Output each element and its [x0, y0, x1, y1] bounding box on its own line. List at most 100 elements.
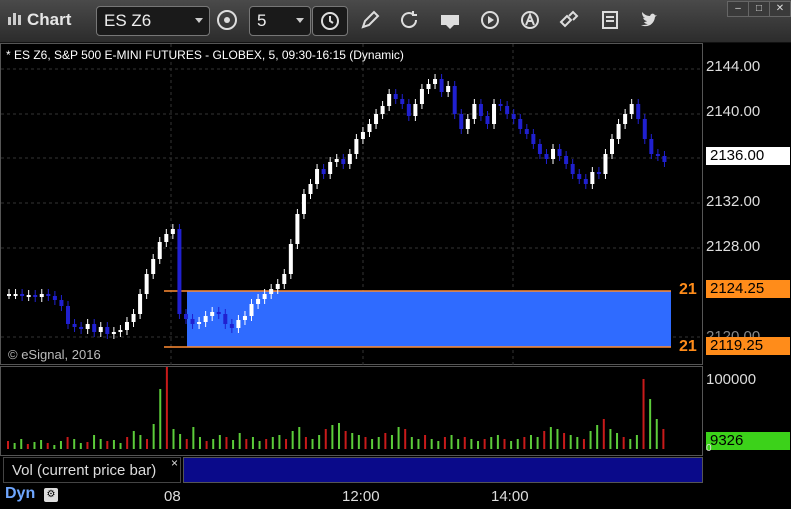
- dyn-label[interactable]: Dyn: [5, 485, 35, 503]
- volume-bar: [285, 439, 288, 449]
- volume-bar: [450, 435, 453, 449]
- candle-body: [282, 274, 287, 284]
- candle-body: [269, 289, 274, 294]
- volume-bar: [582, 439, 585, 449]
- volume-bar: [364, 437, 367, 449]
- play-icon[interactable]: [478, 8, 502, 32]
- volume-bar: [602, 419, 605, 449]
- candle-body: [505, 106, 510, 114]
- volume-bar: [642, 379, 645, 449]
- volume-pane[interactable]: [0, 366, 703, 456]
- candle-body: [610, 139, 615, 154]
- get-icon[interactable]: [438, 8, 462, 32]
- volume-bar: [357, 435, 360, 449]
- volume-tick: 0: [706, 443, 712, 454]
- volume-bar: [251, 437, 254, 449]
- volume-bar: [192, 427, 195, 449]
- candle-body: [564, 156, 569, 164]
- settings-icon[interactable]: ⚙: [44, 488, 58, 502]
- candle-body: [662, 156, 667, 162]
- volume-bar: [278, 435, 281, 449]
- candle-body: [596, 172, 601, 174]
- symbol-value: ES Z6: [104, 11, 152, 30]
- refresh-icon[interactable]: [397, 8, 421, 32]
- maximize-button[interactable]: □: [748, 1, 770, 17]
- volume-bar: [629, 439, 632, 449]
- candle-body: [334, 159, 339, 162]
- volume-bar: [318, 435, 321, 449]
- volume-bar: [496, 435, 499, 449]
- volume-bar: [424, 435, 427, 449]
- candle-body: [203, 316, 208, 322]
- candle-body: [511, 114, 516, 119]
- note-icon[interactable]: [598, 8, 622, 32]
- y-tick: 2128.00: [706, 238, 761, 255]
- volume-bar: [258, 441, 261, 449]
- volume-bar: [463, 437, 466, 449]
- x-tick: 12:00: [342, 488, 380, 505]
- volume-bar: [331, 425, 334, 449]
- candle-body: [98, 327, 103, 332]
- clock-button[interactable]: [312, 6, 348, 36]
- volume-bar: [503, 439, 506, 449]
- price-axis[interactable]: 2144.00 2140.00 2136.00 2132.00 2128.00 …: [703, 43, 791, 365]
- candle-body: [557, 149, 562, 156]
- candle-body: [197, 322, 202, 324]
- study-bar[interactable]: [183, 457, 703, 483]
- volume-bar: [119, 443, 122, 449]
- close-icon[interactable]: ×: [171, 456, 178, 470]
- volume-bar: [523, 437, 526, 449]
- volume-bar: [218, 435, 221, 449]
- volume-bar: [324, 429, 327, 449]
- volume-bar: [179, 434, 182, 449]
- candle-body: [524, 129, 529, 134]
- candle-body: [629, 104, 634, 114]
- candle-body: [190, 319, 195, 324]
- volume-bar: [225, 437, 228, 449]
- volume-bar: [126, 437, 129, 449]
- volume-bar: [655, 419, 658, 449]
- volume-bar: [271, 437, 274, 449]
- candle-body: [26, 295, 31, 297]
- clock-icon: [321, 12, 339, 30]
- volume-bars-layer: [7, 367, 665, 449]
- twitter-icon[interactable]: [637, 8, 661, 32]
- symbol-select[interactable]: ES Z6: [96, 6, 210, 36]
- time-axis[interactable]: 08 12:00 14:00: [0, 483, 791, 509]
- candle-body: [492, 104, 497, 124]
- candle-body: [249, 304, 254, 316]
- volume-bar: [165, 367, 168, 449]
- volume-bar: [649, 399, 652, 449]
- volume-bar: [549, 427, 552, 449]
- volume-legend[interactable]: Vol (current price bar): [3, 457, 181, 483]
- minimize-button[interactable]: –: [727, 1, 749, 17]
- candle-body: [433, 79, 438, 84]
- candle-body: [321, 169, 326, 174]
- interval-select[interactable]: 5: [249, 6, 311, 36]
- volume-bar: [291, 431, 294, 449]
- volume-bar: [596, 425, 599, 449]
- volume-bar: [73, 439, 76, 449]
- close-button[interactable]: ✕: [769, 1, 791, 17]
- candle-body: [177, 229, 182, 314]
- candle-body: [242, 316, 247, 320]
- candle-body: [642, 119, 647, 139]
- pencil-icon[interactable]: [358, 8, 382, 32]
- volume-axis[interactable]: 100000 9326 0: [703, 366, 791, 456]
- price-chart[interactable]: [0, 43, 704, 366]
- timer-icon[interactable]: [215, 8, 239, 32]
- link-icon[interactable]: [557, 8, 581, 32]
- candle-body: [13, 294, 18, 296]
- a-icon[interactable]: [518, 8, 542, 32]
- candle-body: [551, 149, 556, 159]
- candle-body: [387, 94, 392, 106]
- candle-body: [301, 194, 306, 214]
- candle-body: [472, 104, 477, 119]
- candle-body: [465, 119, 470, 129]
- copyright-text: © eSignal, 2016: [8, 347, 101, 362]
- candle-body: [262, 294, 267, 299]
- candle-body: [138, 294, 143, 314]
- candle-body: [347, 154, 352, 164]
- candle-body: [531, 134, 536, 144]
- candle-body: [308, 184, 313, 194]
